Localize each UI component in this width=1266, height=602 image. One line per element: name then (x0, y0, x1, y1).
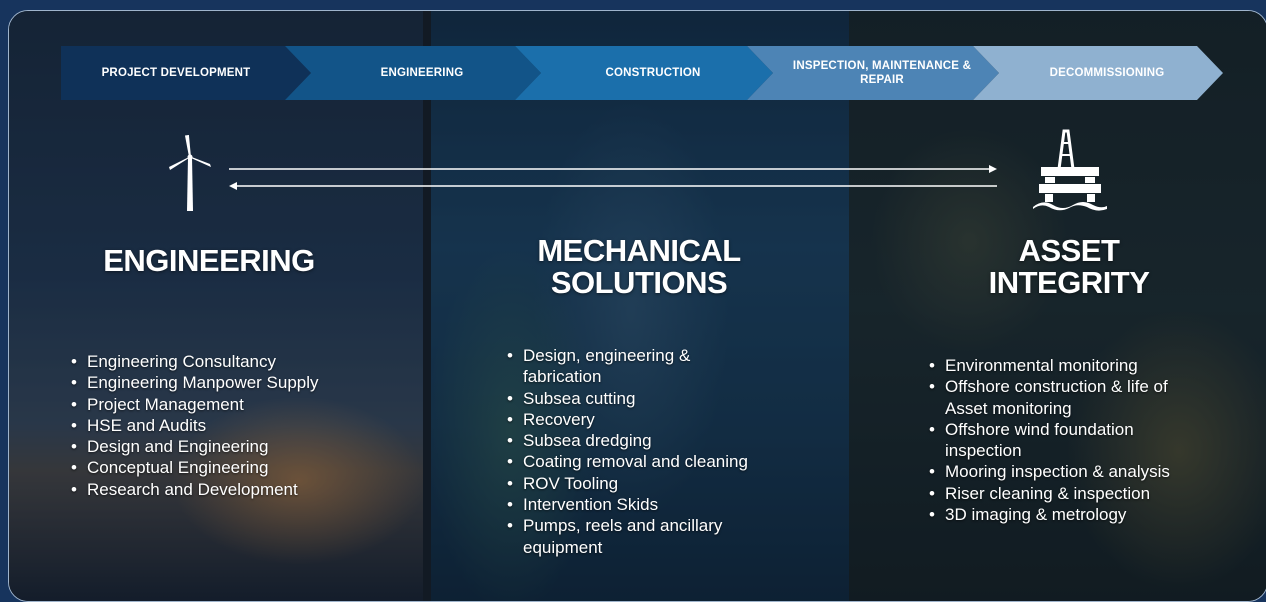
list-item: Intervention Skids (507, 494, 769, 516)
list-item: Riser cleaning & inspection (929, 483, 1191, 505)
list-item: Subsea cutting (507, 388, 769, 410)
mechanical-solutions-heading: MECHANICAL SOLUTIONS (537, 233, 741, 300)
asset-integrity-services-list: Environmental monitoring Offshore constr… (929, 355, 1191, 526)
offshore-rig-icon (1033, 129, 1107, 211)
list-item: Design and Engineering (71, 436, 401, 458)
engineering-heading: ENGINEERING (103, 243, 315, 278)
process-step-label: CONSTRUCTION (605, 67, 701, 79)
mechanical-services-list: Design, engineering & fabrication Subsea… (507, 345, 769, 558)
list-item: Offshore construction & life of Asset mo… (929, 376, 1185, 419)
process-step-engineering: ENGINEERING (285, 46, 541, 100)
list-item: Mooring inspection & analysis (929, 461, 1191, 483)
list-item: Offshore wind foundation inspection (929, 419, 1165, 462)
list-item: Subsea dredging (507, 430, 769, 452)
process-step-construction: CONSTRUCTION (515, 46, 773, 100)
services-slide: PROJECT DEVELOPMENT ENGINEERING CONSTRUC… (8, 10, 1266, 602)
asset-integrity-heading: ASSET INTEGRITY (988, 233, 1150, 300)
list-item: Pumps, reels and ancillary equipment (507, 515, 753, 558)
process-step-inspection-maintenance-repair: INSPECTION, MAINTENANCE & REPAIR (747, 46, 999, 100)
process-step-label: INSPECTION, MAINTENANCE & REPAIR (792, 60, 972, 86)
list-item: HSE and Audits (71, 415, 401, 437)
list-item: Engineering Manpower Supply (71, 372, 401, 394)
process-step-label: PROJECT DEVELOPMENT (101, 67, 251, 79)
list-item: Coating removal and cleaning (507, 451, 769, 473)
list-item: ROV Tooling (507, 473, 769, 495)
process-step-label: ENGINEERING (380, 67, 464, 79)
list-item: Design, engineering & fabrication (507, 345, 723, 388)
list-item: 3D imaging & metrology (929, 504, 1191, 526)
list-item: Engineering Consultancy (71, 351, 401, 373)
list-item: Project Management (71, 394, 401, 416)
list-item: Research and Development (71, 479, 401, 501)
process-step-label: DECOMMISSIONING (1049, 67, 1165, 79)
double-arrow-icon (229, 165, 997, 190)
list-item: Conceptual Engineering (71, 457, 401, 479)
process-step-decommissioning: DECOMMISSIONING (973, 46, 1223, 100)
list-item: Recovery (507, 409, 769, 431)
wind-turbine-icon (169, 135, 211, 211)
engineering-services-list: Engineering Consultancy Engineering Manp… (71, 351, 401, 500)
list-item: Environmental monitoring (929, 355, 1191, 377)
process-step-project-development: PROJECT DEVELOPMENT (61, 46, 311, 100)
